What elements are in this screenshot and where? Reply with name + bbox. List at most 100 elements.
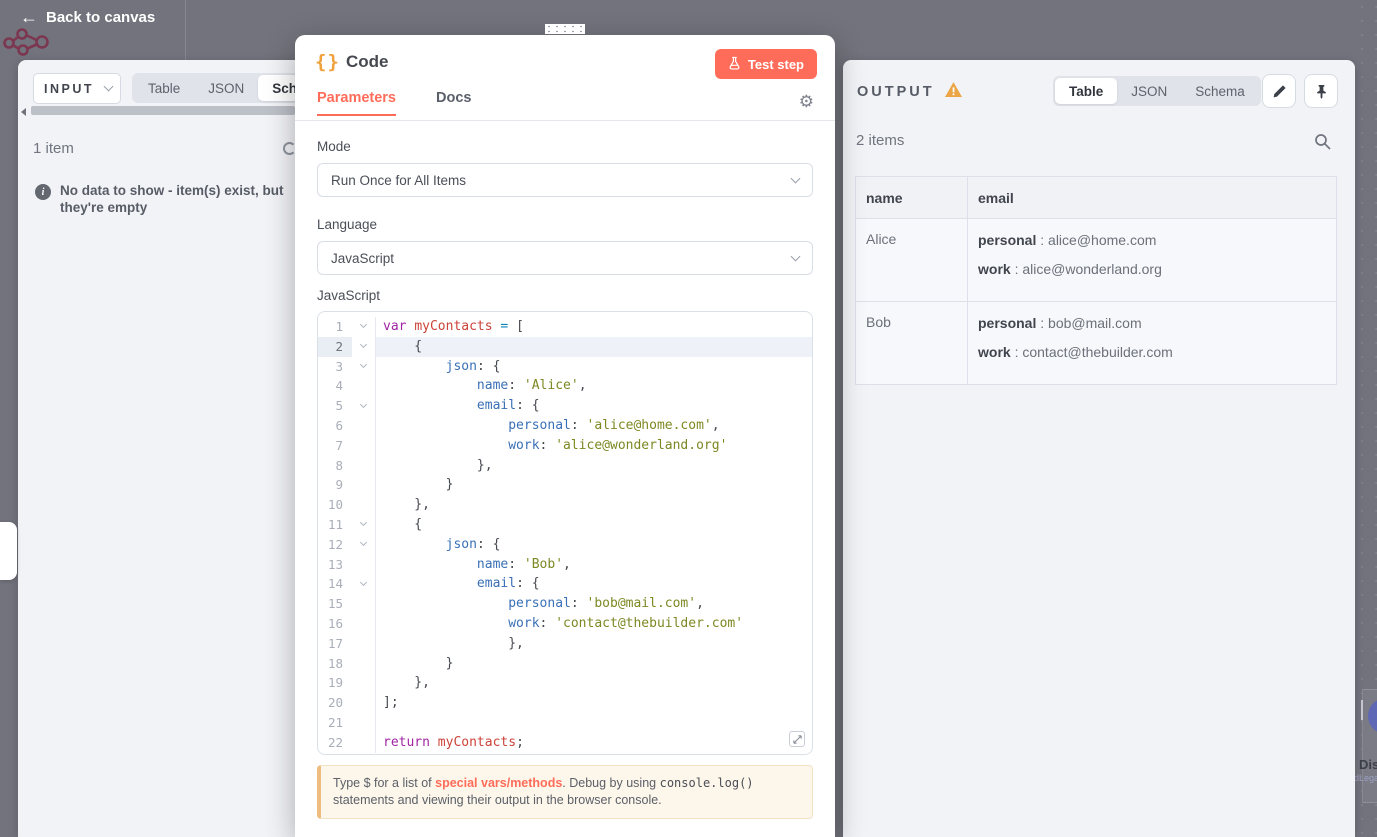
search-icon[interactable] — [1314, 133, 1331, 155]
code-line: 2 { — [318, 336, 812, 357]
mode-select[interactable]: Run Once for All Items — [317, 163, 813, 197]
fold-chevron-icon[interactable] — [352, 356, 376, 377]
scroll-left-arrow-icon[interactable] — [21, 108, 26, 116]
code-editor[interactable]: 1 var myContacts = [2 {3 json: {4 name: '… — [317, 311, 813, 755]
hint-text: Type $ for a list of — [333, 776, 436, 790]
line-number: 7 — [335, 437, 343, 453]
editor-resize-handle[interactable] — [789, 731, 805, 747]
code-line: 15 personal: 'bob@mail.com', — [318, 594, 812, 614]
code-line: 9 } — [318, 475, 812, 496]
line-number: 10 — [327, 497, 343, 513]
code-line: 21 — [318, 712, 812, 733]
input-horizontal-scrollbar[interactable] — [31, 106, 295, 115]
output-tab-table[interactable]: Table — [1055, 78, 1118, 104]
pin-data-button[interactable] — [1304, 74, 1338, 108]
input-tab-table[interactable]: Table — [134, 75, 194, 101]
tab-parameters[interactable]: Parameters — [317, 90, 396, 116]
fold-gutter — [352, 376, 376, 397]
code-text: }, — [383, 675, 430, 691]
editor-label: JavaScript — [317, 288, 381, 303]
fold-chevron-icon[interactable] — [352, 514, 376, 535]
code-line: 1 var myContacts = [ — [318, 317, 812, 337]
input-panel-title: INPUT — [44, 81, 94, 96]
drag-handle[interactable] — [531, 21, 599, 36]
code-node-modal: {} Code Test step Parameters Docs ⚙ Mode… — [295, 24, 835, 837]
fold-gutter — [352, 693, 376, 713]
line-number: 9 — [335, 477, 343, 493]
code-text: { — [376, 336, 812, 357]
edit-output-button[interactable] — [1262, 74, 1296, 108]
code-line: 22 return myContacts; — [318, 732, 812, 753]
line-number: 6 — [335, 417, 343, 433]
line-number: 20 — [327, 695, 343, 711]
table-row[interactable]: Alice personal : alice@home.com work : ali… — [855, 218, 1337, 302]
fold-chevron-icon[interactable] — [352, 317, 376, 337]
modal-tab-bar: Parameters Docs ⚙ — [295, 90, 835, 121]
line-number: 21 — [327, 714, 343, 730]
background-node-handle — [1361, 700, 1363, 720]
code-line: 12 json: { — [318, 534, 812, 555]
fold-gutter — [352, 475, 376, 496]
code-line: 10 }, — [318, 495, 812, 515]
fold-chevron-icon[interactable] — [352, 396, 376, 416]
line-number: 3 — [335, 358, 343, 374]
fold-gutter — [352, 554, 376, 575]
fold-gutter — [352, 653, 376, 674]
output-panel-title: OUTPUT — [857, 84, 935, 100]
code-text: json: { — [445, 536, 501, 552]
fold-chevron-icon[interactable] — [352, 336, 376, 357]
code-text: email: { — [476, 576, 540, 592]
line-number: 17 — [327, 635, 343, 651]
line-number: 8 — [335, 457, 343, 473]
fold-chevron-icon[interactable] — [352, 574, 376, 595]
line-number: 12 — [327, 536, 343, 552]
gear-icon[interactable]: ⚙ — [799, 92, 814, 112]
output-tab-schema[interactable]: Schema — [1181, 78, 1259, 104]
code-line: 14 email: { — [318, 574, 812, 595]
warning-icon — [944, 82, 962, 102]
code-line: 18 } — [318, 653, 812, 674]
node-title[interactable]: Code — [346, 52, 389, 72]
output-tab-json[interactable]: JSON — [1117, 78, 1181, 104]
code-text: } — [383, 477, 454, 493]
panel-collapse-handle[interactable] — [0, 522, 17, 580]
test-step-button[interactable]: Test step — [714, 49, 817, 79]
code-text: { — [383, 516, 423, 532]
code-line: 13 name: 'Bob', — [318, 554, 812, 575]
code-text: name: 'Alice', — [476, 378, 587, 394]
tab-docs[interactable]: Docs — [436, 90, 471, 106]
output-view-tabs: Table JSON Schema — [1053, 76, 1261, 106]
fold-gutter — [352, 673, 376, 694]
code-line: 3 json: { — [318, 356, 812, 377]
fold-gutter — [352, 495, 376, 515]
line-number: 19 — [327, 675, 343, 691]
input-source-dropdown[interactable]: INPUT — [33, 73, 121, 104]
code-text: return myContacts; — [383, 734, 524, 750]
input-empty-state: i No data to show - item(s) exist, but t… — [35, 183, 295, 216]
fold-gutter — [352, 435, 376, 456]
cell-email: personal : bob@mail.com work : contact@th… — [967, 301, 1337, 385]
language-select[interactable]: JavaScript — [317, 241, 813, 275]
fold-chevron-icon[interactable] — [352, 534, 376, 555]
chevron-down-icon — [103, 81, 114, 92]
background-node-title: Dis — [1359, 757, 1377, 772]
code-node-icon: {} — [315, 51, 340, 73]
line-number: 2 — [318, 336, 352, 357]
line-number: 5 — [335, 398, 343, 414]
code-text: name: 'Bob', — [476, 556, 571, 572]
code-text: personal: 'alice@home.com', — [508, 417, 720, 433]
input-tab-json[interactable]: JSON — [194, 75, 258, 101]
code-line: 16 work: 'contact@thebuilder.com' — [318, 613, 812, 634]
cell-email: personal : alice@home.com work : alice@wo… — [967, 218, 1337, 302]
output-panel: OUTPUT Table JSON Schema 2 items name em… — [843, 60, 1355, 837]
modal-header: {} Code Test step — [295, 35, 835, 90]
hint-text: . Debug by using — [562, 776, 660, 790]
background-node-badge: dLega — [1354, 773, 1377, 783]
special-vars-link[interactable]: special vars/methods — [435, 776, 562, 790]
table-row[interactable]: Bob personal : bob@mail.com work : contact… — [855, 301, 1337, 385]
line-number: 14 — [327, 576, 343, 592]
code-text: } — [383, 655, 454, 671]
code-line: 8 }, — [318, 455, 812, 476]
test-step-label: Test step — [747, 56, 804, 72]
